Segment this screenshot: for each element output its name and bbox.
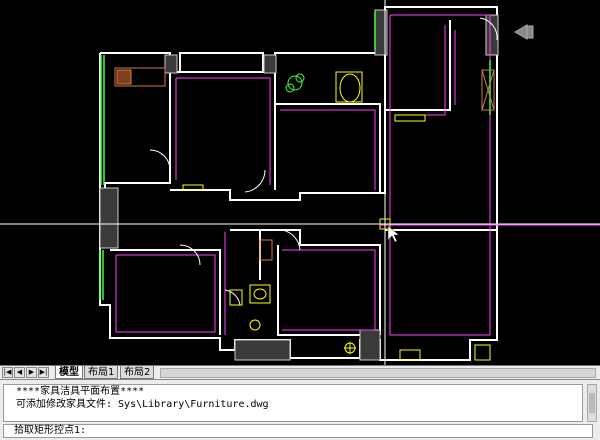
command-input-row[interactable]: 拾取矩形控点1: [3,424,593,438]
walls [99,6,498,361]
scrollbar-thumb[interactable] [589,393,595,413]
tab-layout1[interactable]: 布局1 [84,366,119,379]
last-tab-button[interactable]: ▶| [38,367,49,378]
window-layer [99,12,491,300]
north-arrow-icon [514,24,534,40]
next-tab-button[interactable]: ▶ [26,367,37,378]
command-window: ****家具洁具平面布置**** 可添加修改家具文件: Sys\Library\… [0,379,600,440]
horizontal-scrollbar[interactable] [160,368,596,378]
drawing-canvas[interactable] [0,0,600,365]
history-line: 可添加修改家具文件: Sys\Library\Furniture.dwg [16,399,269,410]
crosshair-cursor[interactable] [0,0,600,365]
wall-columns [99,9,499,361]
layout-tab-bar: |◀ ◀ ▶ ▶| 模型 布局1 布局2 [0,365,600,380]
command-history: ****家具洁具平面布置**** 可添加修改家具文件: Sys\Library\… [3,384,583,422]
plant-icon [285,73,305,93]
tab-layout2[interactable]: 布局2 [120,366,155,379]
door-layer [115,14,600,336]
history-line: ****家具洁具平面布置**** [16,386,145,397]
first-tab-button[interactable]: |◀ [2,367,13,378]
prev-tab-button[interactable]: ◀ [14,367,25,378]
tab-model[interactable]: 模型 [55,366,83,379]
command-prompt[interactable]: 拾取矩形控点1: [14,425,86,437]
command-scrollbar[interactable] [587,384,597,422]
kitchen-furniture [114,67,495,261]
